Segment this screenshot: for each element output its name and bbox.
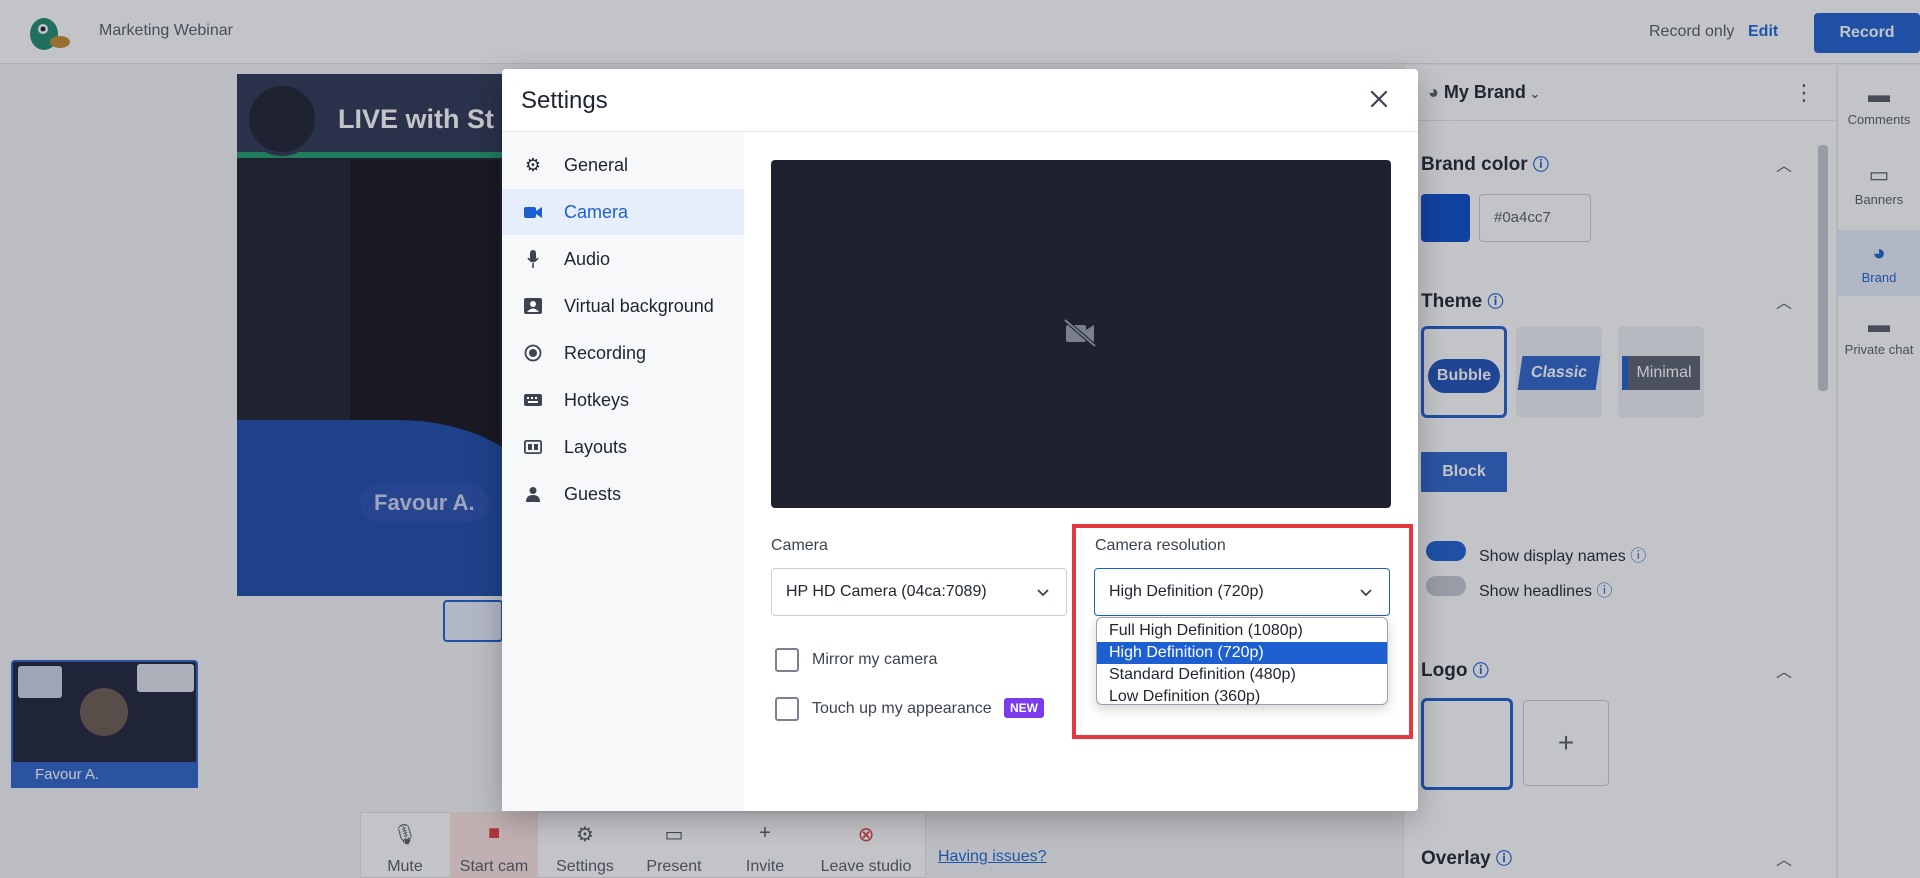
nav-audio[interactable]: Audio	[502, 236, 744, 282]
nav-camera-label: Camera	[564, 201, 629, 222]
nav-recording[interactable]: Recording	[502, 330, 744, 376]
video-camera-icon	[522, 206, 544, 219]
keyboard-icon	[522, 394, 544, 406]
close-icon[interactable]	[1366, 86, 1392, 112]
layout-icon	[522, 440, 544, 454]
nav-layouts-label: Layouts	[564, 436, 628, 457]
touch-up-checkbox[interactable]	[775, 697, 799, 721]
portrait-icon	[522, 298, 544, 314]
nav-hotkeys-label: Hotkeys	[564, 389, 630, 410]
nav-virtual-background[interactable]: Virtual background	[502, 283, 744, 329]
modal-title: Settings	[521, 87, 608, 114]
camera-select-value: HP HD Camera (04ca:7089)	[786, 583, 987, 600]
camera-select[interactable]: HP HD Camera (04ca:7089)	[771, 568, 1067, 616]
nav-guests[interactable]: Guests	[502, 471, 744, 517]
nav-hotkeys[interactable]: Hotkeys	[502, 377, 744, 423]
mirror-camera-checkbox[interactable]	[775, 648, 799, 672]
camera-off-icon	[1063, 318, 1097, 348]
nav-general-label: General	[564, 154, 629, 175]
nav-audio-label: Audio	[564, 248, 611, 269]
record-icon	[522, 344, 544, 362]
touch-up-label: Touch up my appearance	[812, 700, 992, 717]
nav-virtual-background-label: Virtual background	[564, 295, 714, 316]
nav-camera[interactable]: Camera	[502, 189, 744, 235]
gear-icon: ⚙	[524, 154, 542, 175]
camera-label: Camera	[771, 537, 828, 554]
nav-layouts[interactable]: Layouts	[502, 424, 744, 470]
highlight-box	[1072, 524, 1413, 739]
nav-recording-label: Recording	[564, 342, 647, 363]
nav-general[interactable]: ⚙ General	[502, 142, 744, 188]
mirror-camera-label: Mirror my camera	[812, 651, 938, 668]
nav-guests-label: Guests	[564, 483, 622, 504]
microphone-icon	[522, 250, 544, 268]
chevron-down-icon	[1037, 589, 1049, 597]
person-icon	[522, 486, 544, 502]
new-badge: NEW	[1004, 698, 1044, 718]
